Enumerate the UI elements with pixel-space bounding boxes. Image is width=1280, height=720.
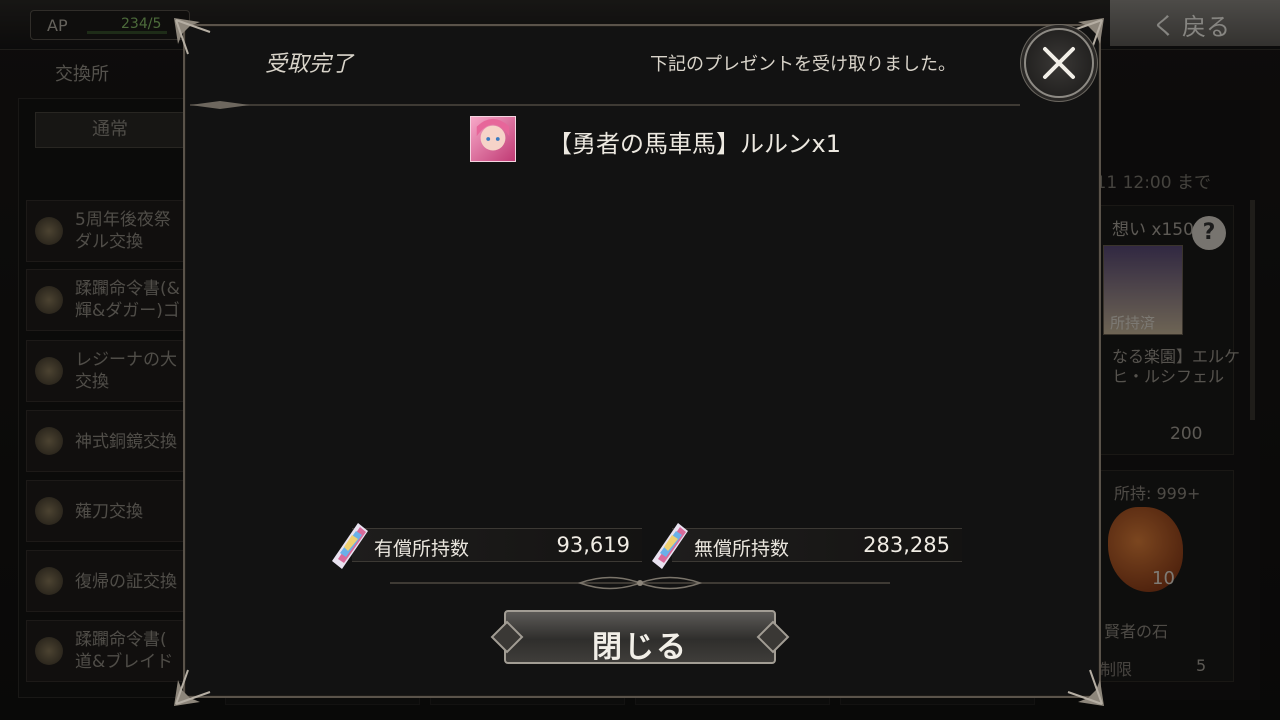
paid-gem-count: 有償所持数 93,619	[332, 523, 642, 569]
crystal-icon	[652, 523, 688, 569]
dialog-message: 下記のプレゼントを受け取りました。	[650, 54, 956, 75]
diamond-ornament-icon	[490, 620, 524, 654]
free-gem-value: 283,285	[863, 533, 950, 557]
diamond-ornament-icon	[756, 620, 790, 654]
close-dialog-button[interactable]: 閉じる	[490, 606, 790, 668]
crystal-icon	[332, 523, 368, 569]
divider	[350, 570, 930, 596]
corner-ornament-icon	[170, 14, 216, 60]
reward-text: 【勇者の馬車馬】ルルンx1	[548, 130, 841, 158]
free-gem-label: 無償所持数	[694, 538, 790, 560]
close-dialog-label: 閉じる	[592, 630, 688, 665]
button-face: 閉じる	[504, 610, 776, 665]
corner-ornament-icon	[170, 664, 216, 710]
close-button[interactable]	[1024, 28, 1094, 98]
dialog-title: 受取完了	[265, 52, 354, 77]
close-icon	[1043, 47, 1075, 79]
free-gem-count: 無償所持数 283,285	[652, 523, 962, 569]
corner-ornament-icon	[1062, 664, 1108, 710]
paid-gem-value: 93,619	[556, 533, 630, 557]
character-portrait-icon	[470, 116, 516, 162]
divider	[190, 96, 1020, 109]
paid-gem-label: 有償所持数	[374, 538, 470, 560]
